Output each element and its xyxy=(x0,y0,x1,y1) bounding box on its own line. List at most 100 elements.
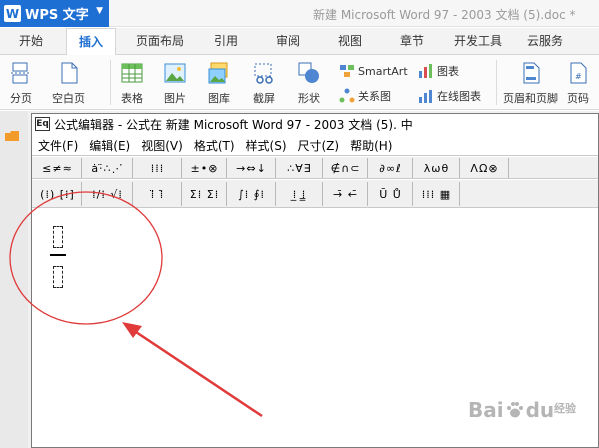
shape-icon xyxy=(298,62,319,83)
watermark-text-bai: Bai xyxy=(468,398,504,422)
operator-symbols-palette[interactable]: ±•⊗ xyxy=(183,158,227,178)
menu-format[interactable]: 格式(T) xyxy=(194,137,235,154)
page-break-button[interactable]: 分页 xyxy=(9,61,33,106)
wps-app-label: WPS 文字 xyxy=(25,8,89,23)
ribbon-divider xyxy=(110,60,111,105)
arrow-symbols-palette[interactable]: →⇔↓ xyxy=(228,158,276,178)
tab-cloud[interactable]: 云服务 xyxy=(527,28,563,55)
tab-view[interactable]: 视图 xyxy=(338,28,362,55)
svg-text:#: # xyxy=(575,72,582,81)
table-button[interactable]: 表格 xyxy=(120,61,144,106)
wps-title-bar: W WPS 文字 ▼ 新建 Microsoft Word 97 - 2003 文… xyxy=(0,0,599,27)
equation-editor-menu-bar: 文件(F) 编辑(E) 视图(V) 格式(T) 样式(S) 尺寸(Z) 帮助(H… xyxy=(32,136,598,156)
gallery-label: 图库 xyxy=(208,92,230,105)
equation-editor-title-bar: Eq 公式编辑器 - 公式在 新建 Microsoft Word 97 - 20… xyxy=(32,114,598,134)
greek-uppercase-palette[interactable]: ΛΩ⊗ xyxy=(461,158,509,178)
screenshot-button[interactable]: 截屏 xyxy=(252,61,276,106)
header-footer-icon xyxy=(523,62,539,84)
chevron-down-icon: ▼ xyxy=(96,6,103,16)
picture-label: 图片 xyxy=(164,92,186,105)
picture-button[interactable]: 图片 xyxy=(163,61,187,106)
wps-menu-button[interactable]: W WPS 文字 ▼ xyxy=(0,0,109,27)
greek-lowercase-palette[interactable]: λωθ xyxy=(414,158,460,178)
menu-style[interactable]: 样式(S) xyxy=(246,137,287,154)
integral-templates-palette[interactable]: ∫⁞ ∮⁞ xyxy=(228,182,276,206)
equation-editor-title: 公式编辑器 - 公式在 新建 Microsoft Word 97 - 2003 … xyxy=(54,117,413,132)
menu-edit[interactable]: 编辑(E) xyxy=(89,137,130,154)
chart-button[interactable]: 图表 xyxy=(418,63,459,79)
tab-references[interactable]: 引用 xyxy=(214,28,238,55)
wps-logo: W xyxy=(4,5,21,22)
product-templates-palette[interactable]: Ū Ů xyxy=(369,182,413,206)
underbar-overbar-templates-palette[interactable]: ⁞̲ ⁞̳ xyxy=(277,182,323,206)
tab-developer[interactable]: 开发工具 xyxy=(454,28,502,55)
smartart-label: SmartArt xyxy=(358,64,408,78)
tab-home[interactable]: 开始 xyxy=(19,28,43,55)
table-label: 表格 xyxy=(121,92,143,105)
misc-symbols-palette[interactable]: ∂∞ℓ xyxy=(369,158,413,178)
online-chart-label: 在线图表 xyxy=(437,90,481,103)
relation-chart-button[interactable]: 关系图 xyxy=(339,88,391,104)
denominator-slot[interactable] xyxy=(53,266,63,288)
menu-help[interactable]: 帮助(H) xyxy=(350,137,392,154)
page-number-button[interactable]: # 页码 xyxy=(566,61,590,106)
relation-symbols-palette[interactable]: ≤≠≈ xyxy=(34,158,82,178)
fence-templates-palette[interactable]: (⁞) [⁞] xyxy=(34,182,82,206)
menu-size[interactable]: 尺寸(Z) xyxy=(298,137,340,154)
chart-label: 图表 xyxy=(437,65,459,78)
picture-icon xyxy=(164,63,186,83)
smartart-button[interactable]: SmartArt xyxy=(339,63,408,79)
summation-templates-palette[interactable]: Σ⁞ Σ⁞ xyxy=(183,182,227,206)
header-footer-button[interactable]: 页眉和页脚 xyxy=(503,61,558,106)
ribbon-divider xyxy=(496,60,497,105)
relation-chart-label: 关系图 xyxy=(358,90,391,103)
scissors-icon xyxy=(254,63,273,84)
screenshot-label: 截屏 xyxy=(253,92,275,105)
paw-icon xyxy=(506,402,523,418)
shape-button[interactable]: 形状 xyxy=(297,61,321,106)
logical-symbols-palette[interactable]: ∴∀∃ xyxy=(277,158,323,178)
tab-sections[interactable]: 章节 xyxy=(400,28,424,55)
menu-view[interactable]: 视图(V) xyxy=(141,137,183,154)
shape-label: 形状 xyxy=(298,92,320,105)
matrix-templates-palette[interactable]: ⁞⁞⁞ ▦ xyxy=(414,182,460,206)
header-footer-label: 页眉和页脚 xyxy=(503,92,558,105)
online-chart-icon xyxy=(419,90,432,103)
template-palette-row: (⁞) [⁞] ⁞/⁞ √⁞ ⁞̈ ⁞̄ Σ⁞ Σ⁞ ∫⁞ ∮⁞ ⁞̲ ⁞̳ →… xyxy=(32,180,598,208)
numerator-slot[interactable] xyxy=(53,226,63,248)
left-strip xyxy=(0,111,28,448)
blank-page-label: 空白页 xyxy=(52,92,85,105)
smartart-icon xyxy=(340,65,354,77)
script-templates-palette[interactable]: ⁞̈ ⁞̄ xyxy=(134,182,182,206)
table-icon xyxy=(121,63,143,83)
menu-file[interactable]: 文件(F) xyxy=(38,137,78,154)
ribbon-tab-bar: 开始 插入 页面布局 引用 审阅 视图 章节 开发工具 云服务 xyxy=(0,28,599,56)
page-break-label: 分页 xyxy=(10,92,32,105)
fraction-bar xyxy=(50,254,66,256)
labeled-arrow-templates-palette[interactable]: →̄ ←̄ xyxy=(324,182,368,206)
equation-editor-app-icon: Eq xyxy=(35,117,50,131)
page-number-label: 页码 xyxy=(567,92,589,105)
watermark-text-du: du xyxy=(525,398,555,422)
gallery-button[interactable]: 图库 xyxy=(207,61,231,106)
embellishments-palette[interactable]: ⁞⁞⁞ xyxy=(134,158,182,178)
watermark-subtitle: 经验 xyxy=(554,402,576,415)
baidu-watermark: Bai du 经验 xyxy=(468,398,596,422)
relation-chart-icon xyxy=(339,88,355,103)
online-chart-button[interactable]: 在线图表 xyxy=(418,88,481,104)
set-theory-palette[interactable]: ∉∩⊂ xyxy=(324,158,368,178)
symbol-palette-row: ≤≠≈ ȧ⋅̈∴⋰ ⁞⁞⁞ ±•⊗ →⇔↓ ∴∀∃ ∉∩⊂ ∂∞ℓ λωθ ΛΩ… xyxy=(32,157,598,179)
gallery-icon xyxy=(208,62,228,84)
page-number-icon: # xyxy=(570,62,587,84)
tab-insert[interactable]: 插入 xyxy=(66,28,117,56)
document-title: 新建 Microsoft Word 97 - 2003 文档 (5).doc * xyxy=(313,8,576,22)
blank-page-button[interactable]: 空白页 xyxy=(52,61,85,106)
page-break-icon xyxy=(11,62,31,84)
spaces-ellipses-palette[interactable]: ȧ⋅̈∴⋰ xyxy=(83,158,133,178)
fraction-radical-templates-palette[interactable]: ⁞/⁞ √⁞ xyxy=(83,182,133,206)
blank-page-icon xyxy=(61,62,77,84)
ribbon-body: 分页 空白页 表格 图片 图库 截屏 形状 SmartArt 关系图 图表 在线… xyxy=(0,55,599,110)
tab-page-layout[interactable]: 页面布局 xyxy=(136,28,184,55)
chart-icon xyxy=(419,64,432,78)
tab-review[interactable]: 审阅 xyxy=(276,28,300,55)
